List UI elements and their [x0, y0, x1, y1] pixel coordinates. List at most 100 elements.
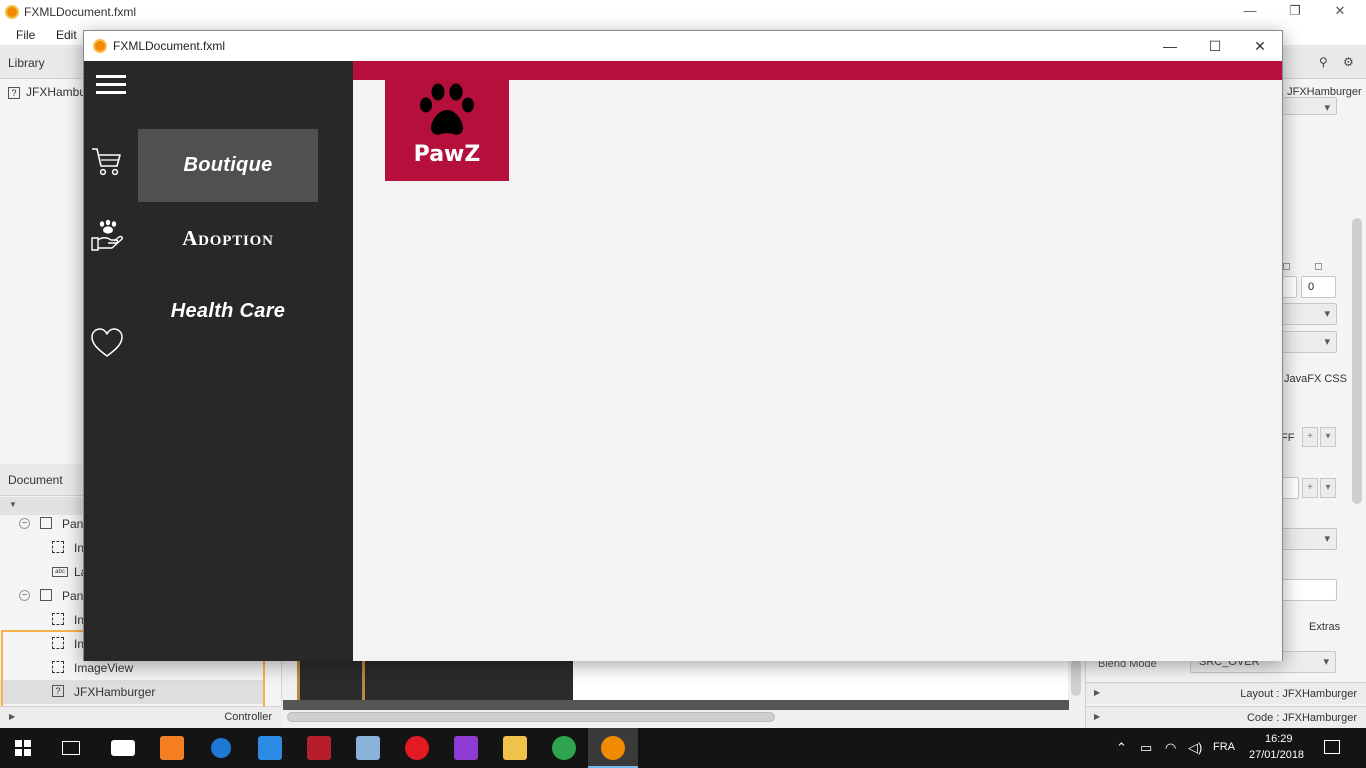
opera-icon[interactable]	[405, 736, 429, 760]
inspector-combo-2[interactable]	[1281, 331, 1337, 353]
nav-item-label: Boutique	[183, 154, 273, 176]
nav-item-health-care[interactable]: Health Care	[138, 275, 318, 348]
restore-icon[interactable]: ❐	[1283, 2, 1307, 20]
layout-expand-icon: ▶	[1094, 688, 1101, 697]
scene-builder-title: FXMLDocument.fxml	[24, 5, 137, 19]
task-view-icon[interactable]	[62, 741, 80, 755]
collapse-arrow-icon[interactable]: ▼	[9, 500, 17, 509]
inspector-field-c[interactable]	[1281, 477, 1299, 499]
gear-icon[interactable]: ⚙	[1343, 55, 1354, 69]
windows-start-icon[interactable]	[15, 740, 31, 756]
preview-app-icon	[93, 39, 107, 53]
library-item-label: JFXHambu	[26, 85, 87, 99]
wifi-icon[interactable]: ◠	[1165, 740, 1176, 756]
code-section-header[interactable]: ▶ Code : JFXHamburger	[1086, 706, 1366, 728]
preview-maximize-icon[interactable]: ☐	[1201, 35, 1229, 57]
xampp-icon[interactable]	[160, 736, 184, 760]
extras-label: Extras	[1309, 621, 1341, 633]
scene-builder-titlebar: FXMLDocument.fxml — ❐ ✕	[0, 0, 1366, 24]
navigation-drawer: Boutique Adoption Health Care	[84, 61, 353, 661]
phpstorm-icon[interactable]	[454, 736, 478, 760]
chrome-icon[interactable]	[552, 736, 576, 760]
tray-chevron-icon[interactable]: ⌃	[1116, 740, 1127, 756]
checkbox-a[interactable]	[1283, 263, 1290, 270]
preview-minimize-icon[interactable]: —	[1156, 35, 1184, 57]
logo-text: PawZ	[413, 142, 481, 167]
cart-icon	[92, 148, 121, 176]
unknown-component-icon: ?	[8, 86, 20, 99]
windows-taskbar: ⌃ ▭ ◠ ◁) FRA 16:29 27/01/2018	[0, 728, 1366, 768]
ff-text: FF	[1281, 432, 1295, 444]
notifications-icon[interactable]	[1324, 740, 1340, 754]
canvas-dark-area	[297, 660, 573, 706]
fxml-preview-window: FXMLDocument.fxml — ☐ ✕ Boutique Adoptio…	[83, 30, 1283, 661]
hamburger-menu-icon[interactable]	[96, 75, 126, 97]
add-button-2[interactable]: +	[1302, 478, 1318, 498]
library-item[interactable]: ? JFXHambu	[8, 85, 86, 99]
tree-toggle-icon[interactable]: −	[19, 518, 30, 529]
virtualbox-icon[interactable]	[356, 736, 380, 760]
label-node-icon: abc	[52, 567, 68, 577]
clock-date[interactable]: 27/01/2018	[1249, 749, 1304, 761]
main-content-area: PawZ	[353, 61, 1282, 661]
canvas-vertical-scrollbar[interactable]	[1071, 660, 1081, 696]
vscode-icon[interactable]	[258, 736, 282, 760]
language-indicator[interactable]: FRA	[1213, 741, 1235, 753]
inspector-search-bar: ⚲ ⚙	[1281, 47, 1366, 79]
pane-node-icon	[40, 517, 52, 529]
tree-row-label: Pan	[62, 517, 84, 531]
search-icon[interactable]: ⚲	[1319, 55, 1328, 69]
number-field-a[interactable]	[1281, 276, 1297, 298]
library-header-label: Library	[8, 56, 45, 70]
volume-icon[interactable]: ◁)	[1188, 740, 1202, 756]
pawz-logo: PawZ	[385, 80, 509, 181]
inspector-scrollbar[interactable]	[1352, 218, 1362, 504]
maps-icon[interactable]	[211, 738, 231, 758]
scene-builder-task-icon[interactable]	[601, 736, 625, 760]
mail-icon[interactable]	[111, 740, 135, 756]
code-section-label: Code : JFXHamburger	[1246, 712, 1357, 724]
controller-bar[interactable]: ▶ Controller	[0, 706, 282, 728]
nav-item-boutique[interactable]: Boutique	[138, 129, 318, 202]
nav-item-adoption[interactable]: Adoption	[138, 202, 318, 275]
pane-node-icon	[40, 589, 52, 601]
controller-label: Controller	[224, 711, 272, 723]
canvas-white-area	[573, 660, 1068, 700]
vagrant-icon[interactable]	[307, 736, 331, 760]
layout-section-header[interactable]: ▶ Layout : JFXHamburger	[1086, 682, 1366, 704]
checkbox-b[interactable]	[1315, 263, 1322, 270]
imageview-node-icon	[52, 541, 64, 553]
close-icon[interactable]: ✕	[1328, 2, 1352, 20]
preview-close-icon[interactable]: ✕	[1246, 35, 1274, 57]
add-button-1[interactable]: +	[1302, 427, 1318, 447]
heart-icon	[91, 328, 123, 357]
code-expand-icon: ▶	[1094, 712, 1101, 721]
number-field-b[interactable]: 0	[1301, 276, 1336, 298]
hand-paw-icon	[91, 219, 123, 251]
dropdown-button-2[interactable]: ▾	[1320, 478, 1336, 498]
file-explorer-icon[interactable]	[503, 736, 527, 760]
tree-row-label: Pan	[62, 589, 84, 603]
preview-titlebar[interactable]: FXMLDocument.fxml — ☐ ✕	[84, 31, 1282, 61]
scene-builder-app-icon	[5, 5, 19, 19]
stylesheet-label: JavaFX CSS	[1284, 373, 1347, 385]
brand-top-bar	[353, 61, 1282, 80]
inspector-combo-top[interactable]	[1281, 97, 1337, 115]
inspector-combo-1[interactable]	[1281, 303, 1337, 325]
menu-edit[interactable]: Edit	[56, 28, 77, 42]
tree-toggle-icon[interactable]: −	[19, 590, 30, 601]
nav-item-label: Adoption	[182, 226, 274, 250]
clock-time[interactable]: 16:29	[1265, 733, 1293, 745]
imageview-node-icon	[52, 613, 64, 625]
expand-arrow-icon: ▶	[9, 712, 16, 721]
inspector-field-d[interactable]	[1281, 579, 1337, 601]
layout-section-label: Layout : JFXHamburger	[1240, 688, 1357, 700]
paw-icon	[420, 83, 474, 135]
inspector-button-wide[interactable]	[1281, 528, 1337, 550]
canvas-horizontal-scrollbar[interactable]	[287, 712, 775, 722]
dropdown-button-1[interactable]: ▾	[1320, 427, 1336, 447]
battery-icon[interactable]: ▭	[1140, 740, 1152, 756]
menu-file[interactable]: File	[16, 28, 35, 42]
preview-title: FXMLDocument.fxml	[113, 39, 226, 53]
minimize-icon[interactable]: —	[1238, 2, 1262, 20]
